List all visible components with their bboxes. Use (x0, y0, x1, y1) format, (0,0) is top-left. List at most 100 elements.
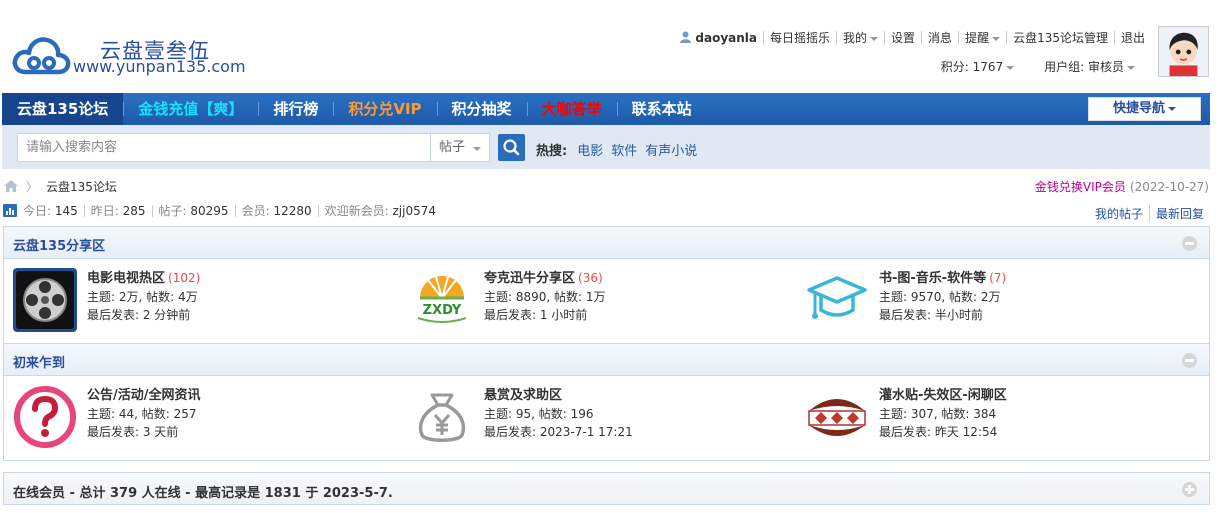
breadcrumb-current[interactable]: 云盘135论坛 (46, 178, 117, 195)
announcement: 金钱兑换VIP会员 (2022-10-27) (1035, 178, 1209, 195)
category-title[interactable]: 云盘135分享区 (13, 235, 105, 254)
user-bar: daoyanla 每日摇摇乐 我的 设置 消息 提醒 云盘135论坛管理 退出 (674, 30, 1151, 46)
collapse-icon[interactable] (1182, 353, 1197, 368)
my-menu[interactable]: 我的 (836, 31, 884, 45)
stat-yesterday-value: 285 (122, 203, 146, 218)
forum-stats: 今日: 145 昨日: 285 帖子: 80295 会员: 12280 欢迎新会… (3, 204, 442, 217)
expand-icon[interactable] (1182, 482, 1197, 497)
reminders-label: 提醒 (965, 31, 990, 45)
my-menu-label: 我的 (843, 31, 868, 45)
stat-posts: 帖子: 80295 (151, 203, 235, 218)
stat-yesterday-label: 昨日: (90, 203, 123, 218)
forum-info: 灌水贴-失效区-闲聊区 主题: 307, 帖数: 384 最后发表: 昨天 12… (879, 386, 1007, 441)
breadcrumb: 〉 云盘135论坛 (4, 178, 117, 194)
film-reel-icon (13, 268, 77, 332)
online-members: 在线会员 - 总计 379 人在线 - 最高记录是 1831 于 2023-5-… (3, 472, 1210, 505)
latest-replies-link[interactable]: 最新回复 (1148, 205, 1210, 222)
hot-link-software[interactable]: 软件 (611, 140, 637, 159)
forum-new-count: (102) (168, 271, 201, 285)
forum-name[interactable]: 灌水贴-失效区-闲聊区 (879, 388, 1007, 403)
search-button[interactable] (498, 134, 525, 161)
chevron-down-icon (1127, 65, 1135, 70)
forum-info: 悬赏及求助区 主题: 95, 帖数: 196 最后发表: 2023-7-1 17… (484, 386, 633, 441)
forum-stats: 主题: 44, 帖数: 257 (87, 407, 197, 421)
forum-new-count: (36) (578, 271, 603, 285)
nav-item[interactable]: 金钱充值【爽】 (123, 93, 258, 125)
usergroup-menu[interactable]: 用户组: 审核员 (1036, 58, 1143, 75)
reminders-menu[interactable]: 提醒 (958, 31, 1006, 45)
nav-item[interactable]: 大咖答举 (526, 93, 617, 125)
forum-last-post[interactable]: 最后发表: 半小时前 (879, 306, 1006, 324)
stat-today-label: 今日: (23, 203, 55, 218)
forum-last-post[interactable]: 最后发表: 2023-7-1 17:21 (484, 423, 633, 441)
forum-row: 电影电视热区 (102) 主题: 2万, 帖数: 4万 最后发表: 2 分钟前 Z… (4, 259, 1209, 343)
forum-stats: 主题: 8890, 帖数: 1万 (484, 290, 606, 304)
collapse-icon[interactable] (1182, 236, 1197, 251)
nav-list: 云盘135论坛 金钱充值【爽】 排行榜 积分兑VIP 积分抽奖 大咖答举 联系本站 (2, 93, 1210, 125)
forum-stats: 主题: 95, 帖数: 196 (484, 407, 594, 421)
nav-item[interactable]: 云盘135论坛 (2, 93, 124, 125)
hot-link-audiobook[interactable]: 有声小说 (645, 140, 697, 159)
quick-nav-label: 快捷导航 (1112, 101, 1165, 116)
forum-info: 书-图-音乐-软件等 (7) 主题: 9570, 帖数: 2万 最后发表: 半小时… (879, 269, 1006, 324)
avatar[interactable] (1158, 26, 1209, 77)
nav-item[interactable]: 排行榜 (258, 93, 333, 125)
header: 云盘壹叁伍 www.yunpan135.com daoyanla 每日摇摇乐 我… (0, 0, 1221, 93)
stat-newest-member: 欢迎新会员: zjj0574 (317, 204, 442, 218)
forum-stats: 主题: 9570, 帖数: 2万 (879, 290, 1001, 304)
online-members-title[interactable]: 在线会员 - 总计 379 人在线 - 最高记录是 1831 于 2023-5-… (13, 482, 393, 501)
forum-admin-link[interactable]: 云盘135论坛管理 (1006, 31, 1114, 45)
daily-shake-link[interactable]: 每日摇摇乐 (763, 31, 836, 45)
pattern-badge-icon (808, 399, 866, 436)
points-menu[interactable]: 积分: 1767 (933, 58, 1022, 75)
forum-last-post[interactable]: 最后发表: 1 小时前 (484, 306, 606, 324)
search-input[interactable] (17, 133, 430, 162)
category-header: 初来乍到 (4, 344, 1209, 376)
forum-stats: 主题: 2万, 帖数: 4万 (87, 290, 198, 304)
newest-member-link[interactable]: zjj0574 (392, 204, 436, 218)
nav-item[interactable]: 积分兑VIP (333, 93, 436, 125)
cloud-logo-icon (12, 37, 71, 75)
search-bar: 帖子 热搜: 电影 软件 有声小说 (2, 125, 1210, 169)
forum-info: 夸克迅牛分享区 (36) 主题: 8890, 帖数: 1万 最后发表: 1 小时前 (484, 269, 606, 324)
stat-members-label: 会员: (241, 203, 274, 218)
forum-info: 公告/活动/全网资讯 主题: 44, 帖数: 257 最后发表: 3 天前 (87, 386, 201, 441)
chevron-down-icon (473, 147, 481, 151)
zxdy-logo-icon: ZXDY (417, 276, 467, 323)
nav-item[interactable]: 联系本站 (616, 93, 707, 125)
stat-posts-label: 帖子: (158, 203, 191, 218)
forum-last-post[interactable]: 最后发表: 昨天 12:54 (879, 423, 1007, 441)
stat-today-value: 145 (54, 203, 78, 218)
messages-link[interactable]: 消息 (921, 31, 958, 45)
quick-nav-button[interactable]: 快捷导航 (1088, 97, 1201, 121)
main-nav: 云盘135论坛 金钱充值【爽】 排行榜 积分兑VIP 积分抽奖 大咖答举 联系本站 快捷导航 (2, 93, 1210, 125)
forum-category-newcomer: 初来乍到 公告/活动/全网资讯 主题: 44, 帖数: 257 最后发表: 3 … (3, 344, 1210, 461)
my-posts-link[interactable]: 我的帖子 (1089, 205, 1149, 222)
usergroup-label: 用户组: 审核员 (1044, 60, 1124, 74)
forum-name[interactable]: 悬赏及求助区 (484, 388, 562, 403)
category-title[interactable]: 初来乍到 (13, 352, 65, 371)
announcement-date: (2022-10-27) (1129, 180, 1209, 194)
logo-url[interactable]: www.yunpan135.com (73, 57, 246, 76)
forum-name[interactable]: 夸克迅牛分享区 (484, 271, 575, 286)
settings-link[interactable]: 设置 (884, 31, 921, 45)
search-type-select[interactable]: 帖子 (430, 133, 490, 162)
forum-name[interactable]: 电影电视热区 (87, 271, 165, 286)
forum-row: 公告/活动/全网资讯 主题: 44, 帖数: 257 最后发表: 3 天前 悬赏… (4, 376, 1209, 460)
chevron-down-icon (1006, 65, 1015, 70)
user-icon (680, 31, 692, 43)
user-status: 积分: 1767 用户组: 审核员 (933, 58, 1143, 75)
forum-last-post[interactable]: 最后发表: 3 天前 (87, 423, 201, 441)
nav-item[interactable]: 积分抽奖 (436, 93, 527, 125)
search-icon (503, 139, 520, 156)
forum-name[interactable]: 公告/活动/全网资讯 (87, 388, 201, 403)
forum-name[interactable]: 书-图-音乐-软件等 (879, 271, 986, 286)
logout-link[interactable]: 退出 (1113, 31, 1151, 45)
hot-link-movie[interactable]: 电影 (577, 140, 603, 159)
points-label: 积分: 1767 (940, 60, 1004, 74)
forum-last-post[interactable]: 最后发表: 2 分钟前 (87, 306, 200, 324)
stats-links: 我的帖子 最新回复 (1089, 205, 1210, 222)
home-icon[interactable] (4, 180, 18, 192)
announcement-link[interactable]: 金钱兑换VIP会员 (1035, 180, 1126, 194)
username-link[interactable]: daoyanla (674, 31, 763, 45)
